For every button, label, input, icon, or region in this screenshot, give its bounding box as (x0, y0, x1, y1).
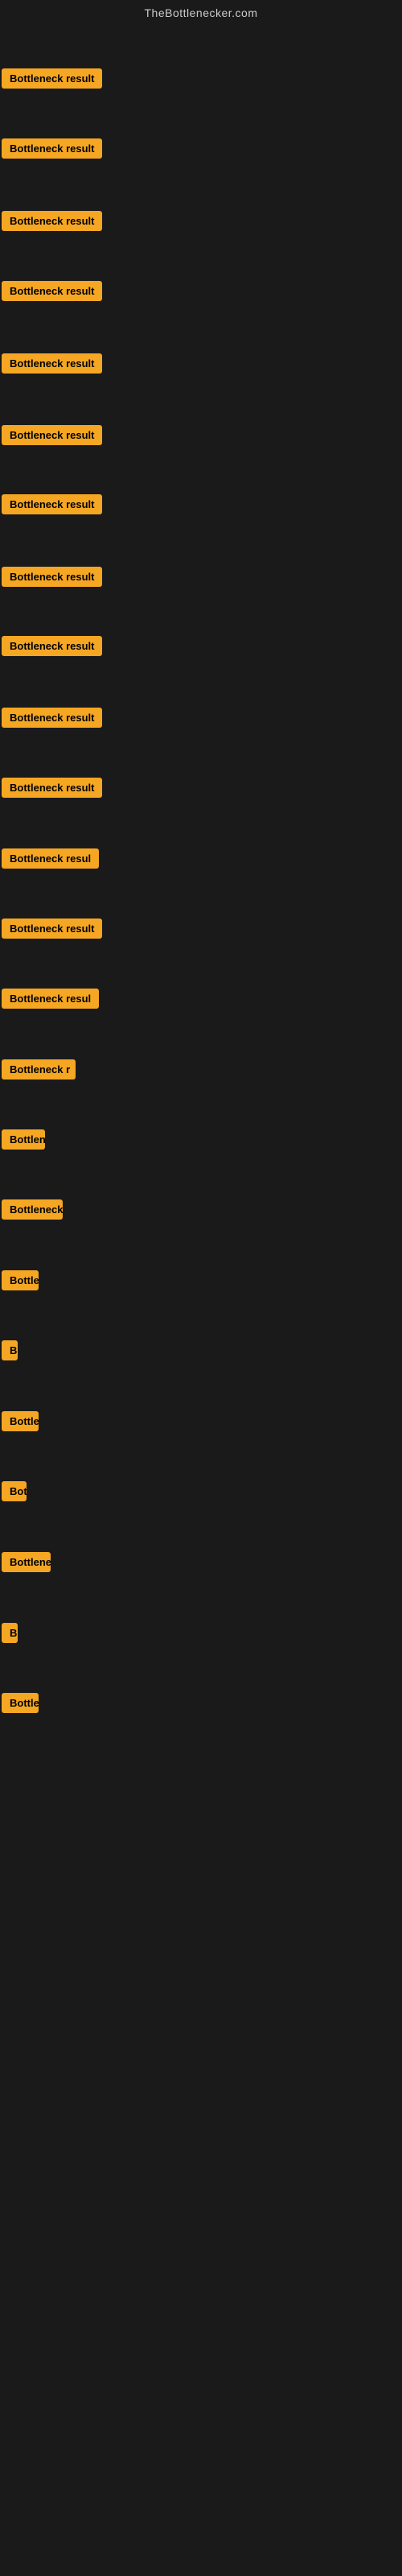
result-row: Bottleneck result (2, 281, 102, 305)
result-row: Bottleneck result (2, 567, 102, 591)
bottleneck-badge[interactable]: Bottleneck result (2, 778, 102, 798)
bottleneck-badge[interactable]: Bottleneck resul (2, 848, 99, 869)
bottleneck-badge[interactable]: Bottleneck result (2, 211, 102, 231)
result-row: Bottleneck result (2, 425, 102, 449)
result-row: Bottlen (2, 1129, 45, 1154)
result-row: B (2, 1623, 18, 1647)
result-row: Bottleneck result (2, 353, 102, 378)
result-row: Bottle (2, 1693, 39, 1717)
bottleneck-badge[interactable]: Bottleneck result (2, 567, 102, 587)
result-row: Bottleneck resul (2, 848, 99, 873)
bottleneck-badge[interactable]: Bott (2, 1481, 27, 1501)
result-row: Bottleneck resul (2, 989, 99, 1013)
bottleneck-badge[interactable]: Bottleneck result (2, 425, 102, 445)
bottleneck-badge[interactable]: Bottleneck result (2, 919, 102, 939)
result-row: Bottleneck result (2, 778, 102, 802)
bottleneck-badge[interactable]: Bottleneck result (2, 138, 102, 159)
result-row: Bottleneck result (2, 494, 102, 518)
bottleneck-badge[interactable]: Bottlen (2, 1129, 45, 1150)
bottleneck-badge[interactable]: Bottleneck r (2, 1059, 76, 1080)
result-row: Bottleneck result (2, 919, 102, 943)
result-row: Bottleneck result (2, 708, 102, 732)
bottleneck-badge[interactable]: Bottleneck result (2, 353, 102, 374)
bottleneck-badge[interactable]: Bottle (2, 1270, 39, 1290)
bottleneck-badge[interactable]: Bottleneck (2, 1199, 63, 1220)
result-row: Bottle (2, 1270, 39, 1294)
results-container: Bottleneck result Bottleneck result Bottle… (0, 23, 402, 1794)
result-row: Bottleneck result (2, 68, 102, 93)
result-row: Bottleneck result (2, 211, 102, 235)
result-row: Bottle (2, 1411, 39, 1435)
bottleneck-badge[interactable]: Bottlene (2, 1552, 51, 1572)
result-row: Bottleneck r (2, 1059, 76, 1084)
bottleneck-badge[interactable]: Bottle (2, 1411, 39, 1431)
bottleneck-badge[interactable]: Bottleneck result (2, 281, 102, 301)
result-row: Bo (2, 1340, 18, 1364)
bottleneck-badge[interactable]: Bottleneck result (2, 68, 102, 89)
result-row: Bottleneck result (2, 636, 102, 660)
bottleneck-badge[interactable]: Bottle (2, 1693, 39, 1713)
site-title-container: TheBottlenecker.com (0, 0, 402, 23)
bottleneck-badge[interactable]: Bottleneck resul (2, 989, 99, 1009)
result-row: Bottleneck (2, 1199, 63, 1224)
bottleneck-badge[interactable]: Bo (2, 1340, 18, 1360)
bottleneck-badge[interactable]: Bottleneck result (2, 708, 102, 728)
result-row: Bottlene (2, 1552, 51, 1576)
bottleneck-badge[interactable]: Bottleneck result (2, 636, 102, 656)
result-row: Bott (2, 1481, 27, 1505)
bottleneck-badge[interactable]: Bottleneck result (2, 494, 102, 514)
site-title: TheBottlenecker.com (0, 0, 402, 23)
result-row: Bottleneck result (2, 138, 102, 163)
bottleneck-badge[interactable]: B (2, 1623, 18, 1643)
